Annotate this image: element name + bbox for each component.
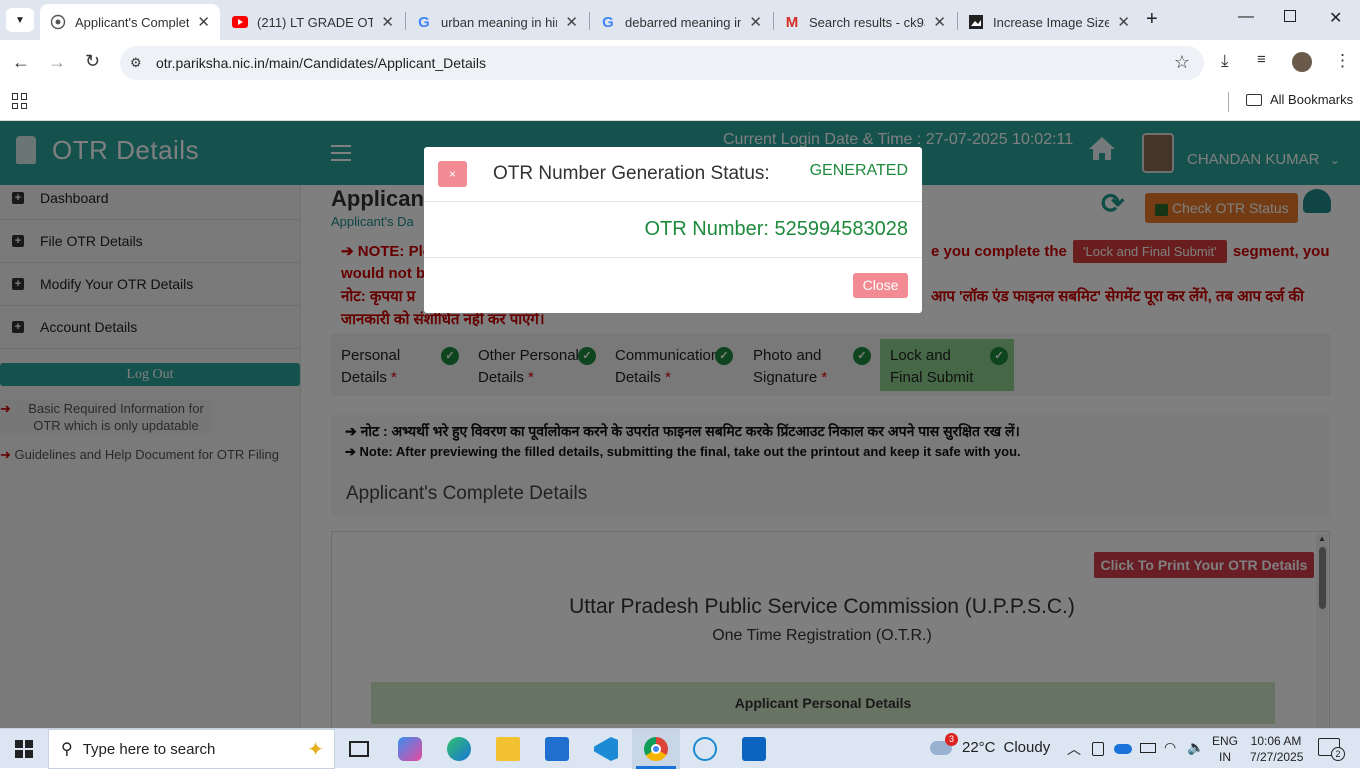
modal-close-x-button[interactable]: ×	[438, 161, 467, 187]
modal-status: GENERATED	[809, 162, 908, 179]
close-tab-icon[interactable]: ✕	[933, 13, 946, 31]
chevron-up-icon[interactable]: ︿	[1067, 739, 1081, 759]
forward-icon[interactable]: →	[48, 52, 66, 73]
file-explorer-icon[interactable]	[496, 737, 520, 761]
otr-number: OTR Number: 525994583028	[644, 218, 909, 240]
google-icon: G	[418, 13, 430, 31]
close-tab-icon[interactable]: ✕	[197, 13, 210, 31]
onedrive-icon[interactable]	[1114, 744, 1132, 754]
url-field[interactable]: ⚙ otr.pariksha.nic.in/main/Candidates/Ap…	[120, 46, 1204, 80]
close-tab-icon[interactable]: ✕	[1117, 13, 1130, 31]
tab-gmail[interactable]: M Search results - ck93 ✕	[774, 4, 956, 40]
battery-icon[interactable]	[1140, 743, 1156, 753]
menu-kebab-icon[interactable]: ⋮	[1334, 51, 1351, 71]
globe-icon	[50, 14, 66, 30]
outlook-icon[interactable]	[742, 737, 766, 761]
browser-tab-bar: ▼ Applicant's Complete ✕ (211) LT GRADE …	[0, 0, 1360, 40]
new-tab-icon[interactable]: +	[1146, 8, 1158, 31]
copilot-sparkle-icon: ✦	[307, 739, 324, 761]
gmail-icon: M	[785, 13, 799, 31]
taskbar-search[interactable]: ⚲ Type here to search ✦	[48, 729, 335, 769]
close-tab-icon[interactable]: ✕	[381, 13, 394, 31]
window-close-icon[interactable]: ✕	[1329, 8, 1342, 28]
meet-icon[interactable]	[1092, 742, 1104, 756]
folder-icon	[1246, 93, 1262, 106]
clock[interactable]: 10:06 AM 7/27/2025	[1250, 733, 1303, 765]
wifi-icon[interactable]: ◠	[1164, 739, 1176, 756]
windows-start-icon[interactable]	[15, 740, 33, 758]
copilot-icon[interactable]	[398, 737, 422, 761]
tab-youtube[interactable]: (211) LT GRADE OTR ✕	[222, 4, 404, 40]
otr-status-modal: × OTR Number Generation Status: GENERATE…	[424, 147, 922, 313]
edge-icon[interactable]	[447, 737, 471, 761]
language-indicator[interactable]: ENG IN	[1212, 733, 1238, 765]
modal-close-button[interactable]: Close	[853, 273, 908, 298]
apps-grid-icon[interactable]	[12, 93, 28, 109]
store-icon[interactable]	[545, 737, 569, 761]
cloud-icon: 3	[930, 732, 958, 755]
tab-image-size[interactable]: Increase Image Size ✕	[958, 4, 1140, 40]
bookmarks-bar: All Bookmarks	[0, 86, 1360, 121]
volume-icon[interactable]: 🔈	[1187, 739, 1204, 756]
minimize-icon[interactable]: —	[1238, 8, 1254, 26]
profile-avatar[interactable]	[1292, 52, 1312, 72]
media-icon[interactable]: ≡	[1257, 51, 1266, 68]
youtube-icon	[232, 14, 248, 30]
close-tab-icon[interactable]: ✕	[565, 13, 578, 31]
bookmark-star-icon[interactable]: ☆	[1174, 52, 1190, 73]
site-info-icon[interactable]: ⚙	[130, 55, 142, 71]
restore-icon[interactable]	[1284, 10, 1296, 22]
search-icon: ⚲	[61, 741, 73, 758]
back-icon[interactable]: ←	[12, 52, 30, 73]
notification-icon[interactable]: 2	[1318, 738, 1345, 761]
tab-debarred[interactable]: G debarred meaning in ✕	[590, 4, 772, 40]
address-bar-row: ← → ↻ ⚙ otr.pariksha.nic.in/main/Candida…	[0, 40, 1360, 86]
react-icon[interactable]	[693, 737, 717, 761]
image-icon	[968, 14, 984, 30]
reload-icon[interactable]: ↻	[85, 51, 100, 72]
chrome-icon[interactable]	[644, 737, 668, 761]
vscode-icon[interactable]	[594, 737, 618, 761]
tab-urban[interactable]: G urban meaning in hin ✕	[406, 4, 588, 40]
task-view-icon[interactable]	[349, 741, 369, 757]
tab-search-dropdown-icon[interactable]: ▼	[6, 8, 34, 32]
weather-widget[interactable]: 3 22°C Cloudy	[930, 732, 1050, 756]
tab-applicant[interactable]: Applicant's Complete ✕	[40, 4, 220, 40]
modal-title: OTR Number Generation Status:	[493, 163, 770, 184]
close-tab-icon[interactable]: ✕	[749, 13, 762, 31]
google-icon: G	[602, 13, 614, 31]
download-icon[interactable]: ⤓	[1221, 51, 1229, 71]
all-bookmarks[interactable]: All Bookmarks	[1246, 92, 1353, 107]
taskbar: ⚲ Type here to search ✦ 3 22°C Cloudy ︿ …	[0, 728, 1360, 769]
